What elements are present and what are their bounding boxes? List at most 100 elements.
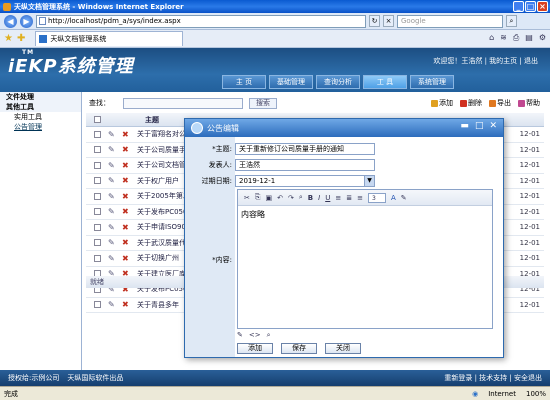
edit-icon[interactable]: ✎ [108,130,117,139]
edit-icon[interactable]: ✎ [108,192,117,201]
delete-row-icon[interactable]: ✖ [122,223,131,232]
home-icon[interactable]: ⌂ [489,33,494,43]
tab-page-icon [39,35,48,43]
row-checkbox[interactable] [94,161,101,169]
footer-links[interactable]: 重新登录 | 技术支持 | 安全退出 [444,373,542,383]
paste-icon[interactable]: ▣ [265,194,272,202]
preview-mode-icon[interactable]: ⌕ [267,331,271,340]
align-center-icon[interactable]: ≣ [346,194,352,202]
zoom-level[interactable]: 100% [526,390,546,398]
tools-menu-icon[interactable]: ⚙ [539,33,546,43]
row-checkbox[interactable] [94,130,101,138]
edit-icon[interactable]: ✎ [108,254,117,263]
export-action[interactable]: 导出 [489,98,511,108]
maximize-button[interactable]: □ [525,1,536,12]
nav-tab-query[interactable]: 查询分析 [316,75,360,89]
help-action[interactable]: 帮助 [518,98,540,108]
expiry-select[interactable]: 2019-12-1 ▼ [235,175,375,187]
add-action[interactable]: 添加 [431,98,453,108]
subject-input[interactable]: 关于重新修订公司质量手册的通知 [235,143,375,155]
add-button[interactable]: 添加 [237,343,273,354]
search-go-icon[interactable]: ⌕ [506,15,517,27]
find-icon[interactable]: ⌕ [299,193,303,202]
help-icon [518,99,525,107]
dialog-maximize-icon[interactable]: □ [475,121,484,131]
edit-icon[interactable]: ✎ [108,207,117,216]
sidebar-item-other-tools[interactable]: 其他工具 [0,102,81,112]
edit-icon[interactable]: ✎ [108,176,117,185]
chevron-down-icon[interactable]: ▼ [364,176,374,186]
minimize-button[interactable]: _ [513,1,524,12]
undo-icon[interactable]: ↶ [277,194,283,202]
search-button[interactable]: 搜索 [249,97,277,109]
refresh-icon[interactable]: ↻ [369,15,380,27]
dialog-close-icon[interactable]: ✕ [489,121,497,131]
dialog-minimize-icon[interactable]: ▬ [460,121,469,131]
delete-action[interactable]: 删除 [460,98,482,108]
page-menu-icon[interactable]: ▤ [525,33,533,43]
dialog-title: 公告编辑 [207,123,239,133]
address-field[interactable]: http://localhost/pdm_a/sys/index.aspx [36,14,366,28]
html-mode-icon[interactable]: <> [249,331,261,340]
delete-row-icon[interactable]: ✖ [122,300,131,309]
nav-tab-system[interactable]: 系统管理 [410,75,454,89]
copy-icon[interactable]: ⎘ [255,193,261,202]
font-color-icon[interactable]: A [391,194,396,202]
add-favorites-icon[interactable]: ✚ [17,33,25,44]
nav-tab-tools[interactable]: 工 具 [363,75,407,89]
stop-icon[interactable]: × [383,15,394,27]
save-button[interactable]: 保存 [281,343,317,354]
row-checkbox[interactable] [94,208,101,216]
bold-icon[interactable]: B [308,194,313,202]
feeds-icon[interactable]: ≋ [500,33,507,43]
close-window-button[interactable]: × [537,1,548,12]
underline-icon[interactable]: U [325,194,330,202]
browser-tab[interactable]: 天纵文档管理系统 [35,31,184,46]
delete-row-icon[interactable]: ✖ [122,254,131,263]
row-checkbox[interactable] [94,301,101,309]
back-icon[interactable]: ◀ [4,14,17,28]
user-links[interactable]: 欢迎您！王浩然 | 我的主页 | 退出 [433,56,538,66]
row-checkbox[interactable] [94,223,101,231]
edit-icon[interactable]: ✎ [108,300,117,309]
publisher-input[interactable]: 王浩然 [235,159,375,171]
delete-row-icon[interactable]: ✖ [122,238,131,247]
italic-icon[interactable]: I [318,194,320,202]
forward-icon[interactable]: ▶ [20,14,33,28]
favorites-star-icon[interactable]: ★ [4,33,13,44]
delete-row-icon[interactable]: ✖ [122,145,131,154]
align-left-icon[interactable]: ≡ [335,194,341,202]
editor-content[interactable]: 内容略 [238,206,492,223]
sidebar-item-utilities[interactable]: 实用工具 [0,112,81,122]
keyword-input[interactable] [123,97,243,109]
redo-icon[interactable]: ↷ [288,194,294,202]
nav-tab-basic[interactable]: 基础管理 [269,75,313,89]
edit-icon[interactable]: ✎ [108,223,117,232]
delete-row-icon[interactable]: ✖ [122,161,131,170]
nav-tab-home[interactable]: 主 页 [222,75,266,89]
row-checkbox[interactable] [94,146,101,154]
close-button[interactable]: 关闭 [325,343,361,354]
delete-row-icon[interactable]: ✖ [122,130,131,139]
row-checkbox[interactable] [94,239,101,247]
highlight-icon[interactable]: ✎ [401,194,407,202]
row-checkbox[interactable] [94,254,101,262]
align-right-icon[interactable]: ≡ [357,194,363,202]
delete-row-icon[interactable]: ✖ [122,207,131,216]
edit-icon[interactable]: ✎ [108,145,117,154]
design-mode-icon[interactable]: ✎ [237,331,243,340]
delete-row-icon[interactable]: ✖ [122,176,131,185]
delete-row-icon[interactable]: ✖ [122,192,131,201]
row-date: 12-01 [519,207,540,216]
cut-icon[interactable]: ✂ [244,194,250,202]
edit-icon[interactable]: ✎ [108,161,117,170]
search-input[interactable]: Google [397,14,503,28]
font-size-select[interactable]: 3 [367,192,386,203]
edit-icon[interactable]: ✎ [108,238,117,247]
row-checkbox[interactable] [94,192,101,200]
print-icon[interactable]: ⎙ [513,33,519,43]
select-all-checkbox[interactable] [94,116,101,123]
sidebar-item-file[interactable]: 文件处理 [0,92,81,102]
sidebar-item-announcements[interactable]: 公告管理 [0,122,81,132]
row-checkbox[interactable] [94,177,101,185]
